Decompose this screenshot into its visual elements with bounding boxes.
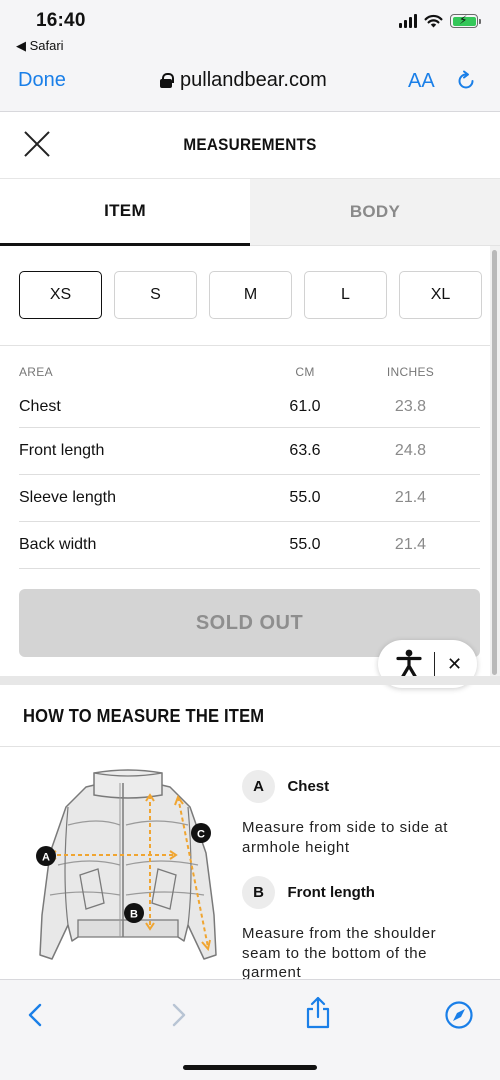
label-c: C — [197, 829, 205, 841]
address-bar[interactable]: pullandbear.com — [160, 69, 327, 92]
size-option-l[interactable]: L — [304, 271, 387, 319]
desc-line: seam to the bottom of the — [242, 944, 428, 962]
home-indicator[interactable] — [183, 1065, 317, 1070]
done-button[interactable]: Done — [18, 69, 66, 92]
wifi-icon — [424, 14, 443, 28]
table-header: AREA CM INCHES — [19, 358, 480, 386]
jacket-measurement-diagram: A B C — [36, 769, 217, 960]
measure-name: Chest — [287, 778, 330, 795]
how-to-measure-title: HOW TO MEASURE THE ITEM — [23, 706, 265, 726]
back-icon[interactable] — [26, 1002, 44, 1028]
table-row: Back width 55.0 21.4 — [19, 522, 480, 569]
desc-line: Measure from the shoulder — [242, 925, 437, 942]
measure-badge: B — [242, 876, 275, 909]
measure-badge: A — [242, 770, 275, 803]
size-option-xs[interactable]: XS — [19, 271, 102, 319]
measure-item-front-length: B Front length — [242, 876, 375, 909]
size-selector: XS S M L XL — [19, 271, 482, 319]
row-cm: 63.6 — [289, 442, 321, 459]
row-area: Sleeve length — [19, 489, 116, 506]
tab-body[interactable]: BODY — [250, 179, 500, 246]
back-to-app-link[interactable]: ◀ Safari — [16, 38, 64, 54]
close-icon[interactable]: ✕ — [447, 654, 462, 675]
row-inches: 23.8 — [394, 397, 427, 415]
row-area: Back width — [19, 536, 97, 553]
label-a: A — [42, 852, 50, 864]
measure-description: Measure from side to side at armhole hei… — [242, 818, 482, 857]
row-cm: 61.0 — [289, 397, 321, 415]
status-time: 16:40 — [36, 10, 86, 31]
desc-line: Measure from side to side at — [242, 819, 449, 836]
row-area: Front length — [19, 442, 105, 459]
compass-icon[interactable] — [444, 1000, 474, 1030]
modal-header: MEASUREMENTS — [0, 113, 500, 179]
url-text: pullandbear.com — [180, 69, 327, 91]
row-inches: 21.4 — [394, 489, 427, 506]
section-separator — [0, 676, 500, 685]
header-area: AREA — [19, 365, 53, 379]
row-cm: 55.0 — [289, 536, 321, 553]
header-inches: INCHES — [386, 365, 435, 379]
desc-line: armhole height — [242, 838, 350, 856]
accessibility-icon[interactable] — [396, 649, 422, 679]
measurement-tabs: ITEM BODY — [0, 179, 500, 246]
status-icons: ⚡ — [399, 13, 481, 28]
forward-icon[interactable] — [170, 1002, 188, 1028]
row-inches: 21.4 — [394, 536, 427, 553]
header-cm: CM — [295, 365, 315, 379]
size-option-xl[interactable]: XL — [399, 271, 482, 319]
cellular-signal-icon — [399, 14, 417, 28]
measure-description: Measure from the shoulder seam to the bo… — [242, 924, 482, 983]
text-size-label: AA — [408, 70, 435, 92]
size-option-s[interactable]: S — [114, 271, 197, 319]
row-cm: 55.0 — [289, 489, 321, 506]
widget-separator — [434, 652, 435, 676]
table-row: Sleeve length 55.0 21.4 — [19, 475, 480, 522]
table-row: Front length 63.6 24.8 — [19, 428, 480, 475]
table-row: Chest 61.0 23.8 — [19, 386, 480, 428]
measure-item-chest: A Chest — [242, 770, 329, 803]
size-option-m[interactable]: M — [209, 271, 292, 319]
measure-name: Front length — [287, 884, 375, 901]
divider — [0, 746, 500, 747]
row-inches: 24.8 — [394, 442, 427, 459]
scrollbar-thumb[interactable] — [492, 250, 497, 675]
measurements-table: AREA CM INCHES Chest 61.0 23.8 Front len… — [19, 358, 480, 569]
battery-icon: ⚡ — [450, 13, 481, 28]
safari-top-bar: 16:40 ◀ Safari ⚡ Done pullandbear.com AA — [0, 0, 500, 112]
text-size-button[interactable]: AA — [408, 70, 435, 93]
divider — [0, 345, 490, 346]
label-b: B — [130, 909, 138, 921]
reload-icon[interactable] — [455, 70, 477, 92]
row-area: Chest — [19, 397, 61, 415]
lock-icon — [160, 73, 174, 88]
share-icon[interactable] — [304, 996, 332, 1030]
tab-item[interactable]: ITEM — [0, 179, 250, 246]
modal-title: MEASUREMENTS — [183, 135, 317, 154]
